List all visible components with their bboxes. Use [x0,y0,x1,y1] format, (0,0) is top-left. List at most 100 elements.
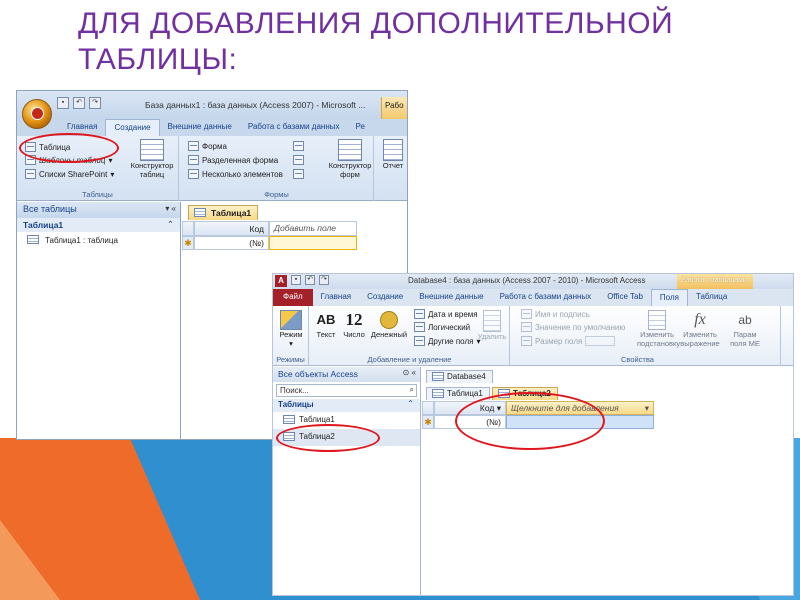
blank-form-button[interactable] [293,155,304,165]
form-designer-button[interactable]: Конструктор форм [328,139,372,179]
table-designer-button[interactable]: Конструктор таблиц [129,139,175,179]
collapse-icon[interactable]: ⌃ [167,219,174,230]
modify-expression-label-1: Изменить [683,330,717,339]
report-icon [383,139,403,161]
context-tab-label[interactable]: Рабо [381,97,407,119]
nav-item-table2[interactable]: Таблица2 [273,429,420,446]
tab-partial[interactable]: Ре [348,119,373,136]
nav-section-header[interactable]: Таблицы ⌃ [273,399,420,412]
search-icon[interactable]: ⌕ [410,385,414,395]
modify-lookups-label-2: подстановку [637,339,681,348]
currency-field-button[interactable]: Денежный [370,310,408,339]
navigation-pane: Все таблицы ▾ « Таблица1 ⌃ Таблица1 : та… [17,202,181,439]
views-group-label: Режимы [276,355,305,364]
tab-home[interactable]: Главная [59,119,105,136]
nav-pane-controls[interactable]: ▾ « [165,204,176,213]
undo-icon[interactable]: ↶ [305,275,315,285]
office-button-icon[interactable] [22,99,52,129]
tab-create[interactable]: Создание [359,289,411,306]
cell-click-to-add[interactable] [506,415,654,429]
number-field-button[interactable]: 12 Число [341,310,367,339]
tab-fields[interactable]: Поля [650,289,688,306]
save-icon[interactable]: ▪ [291,275,301,285]
tab-file[interactable]: Файл [273,289,313,306]
context-tab-label[interactable]: Работа с таблицами [677,274,753,289]
tab-home[interactable]: Главная [313,289,359,306]
logical-field-button[interactable]: Логический [414,322,470,332]
form-designer-label-1: Конструктор [328,161,372,170]
default-value-button[interactable]: Значение по умолчанию [521,322,625,332]
new-record-row: ✱ (№) [182,236,357,250]
nav-section-header[interactable]: Таблица1 ⌃ [17,218,180,232]
form-button[interactable]: Форма [188,141,227,151]
row-selector-header[interactable] [182,221,194,236]
pivot-chart-button[interactable] [293,141,304,151]
column-header-add-field[interactable]: Добавить поле [269,221,357,236]
cell-id[interactable]: (№) [434,415,506,429]
view-button[interactable]: Режим ▾ [276,310,306,348]
split-form-button[interactable]: Разделенная форма [188,155,278,165]
tab-create[interactable]: Создание [105,119,160,136]
collapse-icon[interactable]: ⌃ [407,399,414,408]
column-header-click-to-add[interactable]: Щелкните для добавления ▾ [506,401,654,415]
nav-item-label: Таблица1 : таблица [45,236,118,245]
sharepoint-lists-button[interactable]: Списки SharePoint ▾ [25,169,114,179]
redo-icon[interactable]: ↷ [319,275,329,285]
column-header-id[interactable]: Код ▾ [434,401,506,415]
document-tab-table1[interactable]: Таблица1 [426,387,490,400]
number-field-label: Число [343,330,365,339]
tables-group-label: Таблицы [82,190,113,199]
chevron-down-icon: ▾ [108,155,113,165]
cell-id[interactable]: (№) [194,236,269,250]
document-tab-table2[interactable]: Таблица2 [492,387,558,400]
nav-pane-header[interactable]: Все таблицы ▾ « [17,202,180,218]
more-fields-button[interactable]: Другие поля ▾ [414,336,480,346]
document-tab-table1[interactable]: Таблица1 [188,205,259,220]
table-button[interactable]: Таблица [25,142,70,152]
tab-table[interactable]: Таблица [688,289,735,306]
slide-title-line2: таблицы: [78,43,238,76]
report-button[interactable]: Отчет [379,139,407,170]
save-icon[interactable]: ▪ [57,97,69,109]
more-forms-button[interactable] [293,169,304,179]
name-caption-icon [521,309,532,319]
cell-add-field[interactable] [269,236,357,250]
modify-lookups-button[interactable]: Изменить подстановку [637,310,681,348]
field-size-button[interactable]: Размер поля [521,336,616,346]
window-title: Database4 : база данных (Access 2007 - 2… [408,276,646,285]
column-header-id[interactable]: Код [194,221,269,236]
field-size-input[interactable] [585,336,616,346]
nav-item-table1[interactable]: Таблица1 [273,412,420,429]
table-templates-button[interactable]: Шаблоны таблиц ▾ [25,155,113,165]
delete-field-button[interactable]: Удалить [477,310,507,341]
tab-database-tools[interactable]: Работа с базами данных [240,119,348,136]
multiple-items-button[interactable]: Несколько элементов [188,169,283,179]
new-record-marker[interactable]: ✱ [422,415,434,429]
modify-expression-button[interactable]: fx Изменить выражение [679,310,721,348]
tab-external-data[interactable]: Внешние данные [160,119,240,136]
memo-settings-button[interactable]: ab Парам поля МЕ [725,310,765,348]
nav-search-input[interactable]: Поиск... ⌕ [276,384,417,397]
name-caption-button[interactable]: Имя и подпись [521,309,590,319]
window-title: База данных1 : база данных (Access 2007)… [145,100,366,110]
chevron-down-icon[interactable]: ▾ [645,403,649,414]
tab-office-tab[interactable]: Office Tab [599,289,651,306]
chevron-down-icon[interactable]: ▾ [497,403,501,413]
nav-item-table1[interactable]: Таблица1 : таблица [17,232,180,249]
document-tab-label: Таблица2 [513,389,551,398]
text-field-button[interactable]: AB Текст [314,310,338,339]
properties-group-label: Свойства [621,355,654,364]
nav-pane-controls[interactable]: ⊙ « [403,368,416,377]
new-record-marker[interactable]: ✱ [182,236,194,250]
datetime-field-button[interactable]: Дата и время [414,309,478,319]
new-record-row: ✱ (№) [422,415,654,429]
undo-icon[interactable]: ↶ [73,97,85,109]
document-tab-database4[interactable]: Database4 [426,370,493,383]
table-icon [194,208,206,217]
nav-pane-header[interactable]: Все объекты Access ⊙ « [273,367,420,382]
row-selector-header[interactable] [422,401,434,415]
tab-external-data[interactable]: Внешние данные [411,289,491,306]
redo-icon[interactable]: ↷ [89,97,101,109]
document-tab-label: Таблица1 [211,208,252,218]
tab-database-tools[interactable]: Работа с базами данных [492,289,600,306]
